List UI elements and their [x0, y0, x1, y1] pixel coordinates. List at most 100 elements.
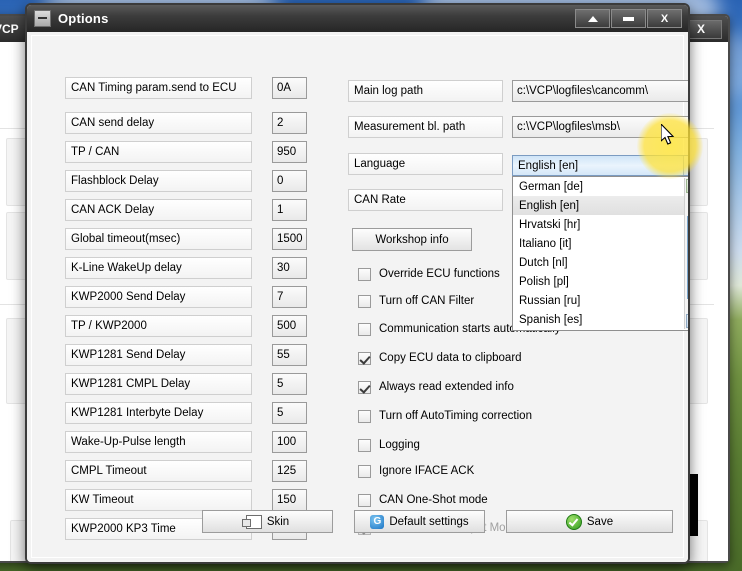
- setting-value-input[interactable]: 30: [272, 257, 307, 279]
- skin-button-label: Skin: [266, 515, 290, 528]
- main-log-path-input[interactable]: c:\VCP\logfiles\cancomm\: [512, 80, 688, 102]
- default-settings-button-label: Default settings: [389, 515, 469, 528]
- dropdown-option-dutch[interactable]: Dutch [nl]: [513, 253, 688, 272]
- setting-value-input[interactable]: 1: [272, 199, 307, 221]
- setting-label: CAN send delay: [65, 112, 252, 134]
- dropdown-option-russian[interactable]: Russian [ru]: [513, 291, 688, 310]
- dropdown-option-spanish[interactable]: Spanish [es]: [513, 310, 688, 329]
- setting-label: K-Line WakeUp delay: [65, 257, 252, 279]
- checkbox-row[interactable]: Copy ECU data to clipboard: [358, 350, 522, 366]
- dialog-titlebar[interactable]: Options X: [27, 5, 688, 32]
- setting-value-input[interactable]: 500: [272, 315, 307, 337]
- save-button-label: Save: [586, 515, 614, 528]
- workshop-info-button[interactable]: Workshop info: [352, 228, 472, 251]
- checkbox-override-ecu-functions[interactable]: [358, 267, 371, 281]
- setting-label: TP / CAN: [65, 141, 252, 163]
- language-selected-value: English [en]: [518, 159, 579, 172]
- restore-button[interactable]: [575, 9, 610, 28]
- checkbox-logging[interactable]: [358, 438, 371, 452]
- setting-value-input[interactable]: 0A: [272, 77, 307, 99]
- minimize-button[interactable]: [611, 9, 646, 28]
- triangle-down-icon: [689, 319, 690, 323]
- setting-value-input[interactable]: 55: [272, 344, 307, 366]
- setting-label: CAN Rate: [348, 189, 503, 211]
- dropdown-scrollbar[interactable]: [684, 178, 690, 329]
- setting-value-input[interactable]: 7: [272, 286, 307, 308]
- setting-value-input[interactable]: 150: [272, 489, 307, 511]
- checkbox-row[interactable]: Turn off AutoTiming correction: [358, 408, 532, 424]
- checkbox-row[interactable]: Always read extended info: [358, 379, 514, 395]
- background-window-title: VCP: [0, 22, 19, 36]
- dropdown-option-italiano[interactable]: Italiano [it]: [513, 234, 688, 253]
- checkbox-label: CAN One-Shot mode: [379, 494, 488, 506]
- checkbox-label: Logging: [379, 439, 420, 451]
- save-button[interactable]: Save: [506, 510, 673, 533]
- checkbox-label: Always read extended info: [379, 381, 514, 393]
- setting-value-input[interactable]: 5: [272, 373, 307, 395]
- checkbox-row[interactable]: CAN One-Shot mode: [358, 492, 488, 508]
- minimize-icon: [623, 16, 634, 21]
- setting-value-input[interactable]: 5: [272, 402, 307, 424]
- setting-label: Wake-Up-Pulse length: [65, 431, 252, 453]
- check-circle-icon: [565, 513, 582, 530]
- dropdown-option-english[interactable]: English [en]: [513, 196, 688, 215]
- setting-label: KWP1281 Interbyte Delay: [65, 402, 252, 424]
- setting-label: Main log path: [348, 80, 503, 102]
- measurement-path-input[interactable]: c:\VCP\logfiles\msb\: [512, 116, 688, 138]
- setting-value-input[interactable]: 1500: [272, 228, 307, 250]
- setting-label: CAN Timing param.send to ECU: [65, 77, 252, 99]
- window-controls: X: [575, 9, 684, 28]
- setting-value-input[interactable]: 2: [272, 112, 307, 134]
- checkbox-communication-starts-automatically[interactable]: [358, 322, 371, 336]
- language-combobox[interactable]: English [en]: [512, 155, 688, 176]
- setting-label: KWP1281 CMPL Delay: [65, 373, 252, 395]
- skin-icon: [241, 514, 262, 529]
- setting-label: KW Timeout: [65, 489, 252, 511]
- setting-label: Language: [348, 153, 503, 175]
- dropdown-option-polish[interactable]: Polish [pl]: [513, 272, 688, 291]
- setting-value-input[interactable]: 0: [272, 170, 307, 192]
- checkbox-turn-off-autotiming-correction[interactable]: [358, 409, 371, 423]
- options-dialog[interactable]: Options X CAN Timing param.send to ECU 0…: [25, 3, 690, 564]
- close-button[interactable]: X: [647, 9, 682, 28]
- checkbox-label: Turn off AutoTiming correction: [379, 410, 532, 422]
- setting-label: KWP2000 Send Delay: [65, 286, 252, 308]
- scroll-up-button[interactable]: [686, 179, 690, 193]
- checkbox-row[interactable]: Logging: [358, 437, 420, 453]
- checkbox-label: Turn off CAN Filter: [379, 295, 475, 307]
- checkbox-row[interactable]: Turn off CAN Filter: [358, 293, 474, 309]
- language-dropdown-list[interactable]: German [de] English [en] Hrvatski [hr] I…: [512, 176, 690, 331]
- setting-label: Global timeout(msec): [65, 228, 252, 250]
- setting-label: TP / KWP2000: [65, 315, 252, 337]
- setting-value-input[interactable]: 100: [272, 431, 307, 453]
- checkbox-row[interactable]: Ignore IFACE ACK: [358, 463, 474, 479]
- checkbox-label: Ignore IFACE ACK: [379, 465, 475, 477]
- checkbox-label: Override ECU functions: [379, 268, 500, 280]
- skin-button[interactable]: Skin: [202, 510, 333, 533]
- window-menu-icon[interactable]: [34, 10, 51, 27]
- page-title: Options: [58, 11, 109, 26]
- dialog-body: CAN Timing param.send to ECU 0A CAN send…: [27, 32, 688, 562]
- triangle-up-icon: [587, 15, 598, 22]
- dropdown-option-german[interactable]: German [de]: [513, 177, 688, 196]
- checkbox-turn-off-can-filter[interactable]: [358, 294, 371, 308]
- setting-value-input[interactable]: 125: [272, 460, 307, 482]
- triangle-up-icon: [689, 184, 690, 188]
- setting-value-input[interactable]: 950: [272, 141, 307, 163]
- setting-label: Measurement bl. path: [348, 116, 503, 138]
- checkbox-ignore-iface-ack[interactable]: [358, 464, 371, 478]
- setting-label: CAN ACK Delay: [65, 199, 252, 221]
- checkbox-row[interactable]: Override ECU functions: [358, 266, 500, 282]
- dropdown-option-hrvatski[interactable]: Hrvatski [hr]: [513, 215, 688, 234]
- setting-label: KWP1281 Send Delay: [65, 344, 252, 366]
- default-settings-button[interactable]: G Default settings: [354, 510, 485, 533]
- setting-label: CMPL Timeout: [65, 460, 252, 482]
- checkbox-always-read-extended-info[interactable]: [358, 380, 371, 394]
- checkbox-copy-ecu-data-to-clipboard[interactable]: [358, 351, 371, 365]
- checkbox-can-one-shot-mode[interactable]: [358, 493, 371, 507]
- globe-g-icon: G: [370, 514, 385, 529]
- setting-label: Flashblock Delay: [65, 170, 252, 192]
- chevron-down-icon[interactable]: [683, 156, 688, 175]
- scrollbar-thumb[interactable]: [687, 216, 688, 299]
- scroll-down-button[interactable]: [686, 314, 690, 328]
